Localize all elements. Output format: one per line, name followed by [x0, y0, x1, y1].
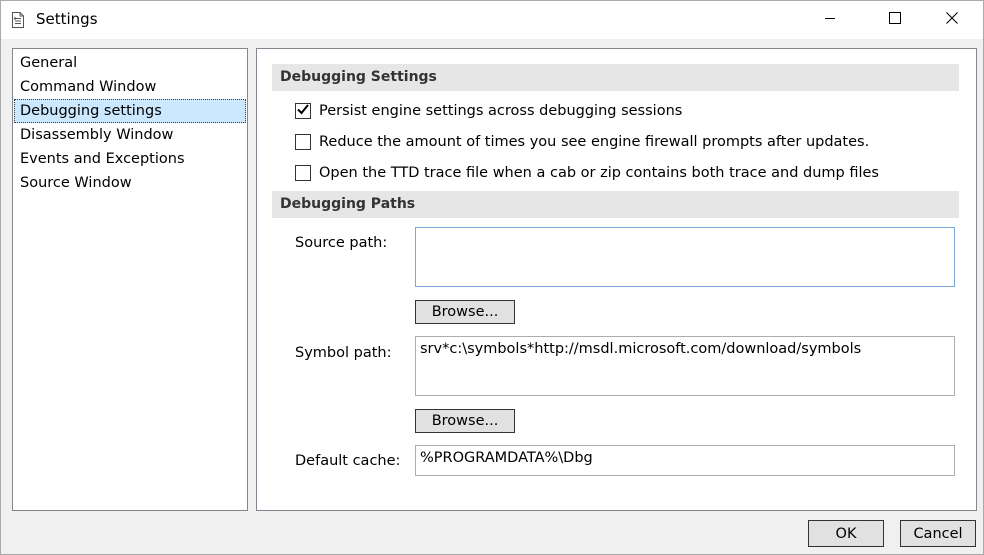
source-path-label: Source path: [295, 235, 388, 251]
checkmark-icon [296, 102, 310, 120]
minimize-icon [824, 12, 836, 28]
ok-button[interactable]: OK [808, 520, 884, 547]
sidebar-item-debugging-settings[interactable]: Debugging settings [14, 99, 246, 123]
open-ttd-trace-checkbox[interactable] [295, 165, 311, 181]
window-title: Settings [36, 10, 98, 28]
persist-engine-settings-label: Persist engine settings across debugging… [319, 103, 683, 119]
debugging-paths-header: Debugging Paths [272, 191, 959, 218]
maximize-button[interactable] [872, 1, 918, 39]
sidebar-item-source-window[interactable]: Source Window [14, 171, 246, 195]
reduce-firewall-prompts-label: Reduce the amount of times you see engin… [319, 134, 870, 150]
debugging-settings-header: Debugging Settings [272, 64, 959, 91]
title-bar[interactable]: Settings [1, 1, 983, 39]
symbol-path-input[interactable]: srv*c:\symbols*http://msdl.microsoft.com… [415, 336, 955, 396]
sidebar-item-events-and-exceptions[interactable]: Events and Exceptions [14, 147, 246, 171]
sidebar-item-disassembly-window[interactable]: Disassembly Window [14, 123, 246, 147]
sidebar-item-general[interactable]: General [14, 51, 246, 75]
minimize-button[interactable] [807, 1, 853, 39]
sidebar-item-command-window[interactable]: Command Window [14, 75, 246, 99]
settings-window: Settings General Command Window Debuggin… [0, 0, 984, 555]
symbol-path-label: Symbol path: [295, 345, 392, 361]
reduce-firewall-prompts-option[interactable]: Reduce the amount of times you see engin… [295, 132, 869, 152]
close-icon [946, 12, 958, 28]
reduce-firewall-prompts-checkbox[interactable] [295, 134, 311, 150]
settings-panel: Debugging Settings Persist engine settin… [256, 48, 977, 511]
default-cache-input[interactable]: %PROGRAMDATA%\Dbg [415, 445, 955, 476]
cancel-button[interactable]: Cancel [900, 520, 976, 547]
maximize-icon [889, 12, 901, 28]
open-ttd-trace-option[interactable]: Open the TTD trace file when a cab or zi… [295, 163, 879, 183]
persist-engine-settings-checkbox[interactable] [295, 103, 311, 119]
source-path-browse-button[interactable]: Browse... [415, 300, 515, 324]
settings-document-icon [11, 12, 25, 28]
default-cache-label: Default cache: [295, 453, 401, 469]
source-path-input[interactable] [415, 227, 955, 287]
symbol-path-browse-button[interactable]: Browse... [415, 409, 515, 433]
settings-category-list[interactable]: General Command Window Debugging setting… [12, 48, 248, 511]
open-ttd-trace-label: Open the TTD trace file when a cab or zi… [319, 165, 879, 181]
persist-engine-settings-option[interactable]: Persist engine settings across debugging… [295, 101, 682, 121]
close-button[interactable] [929, 1, 975, 39]
